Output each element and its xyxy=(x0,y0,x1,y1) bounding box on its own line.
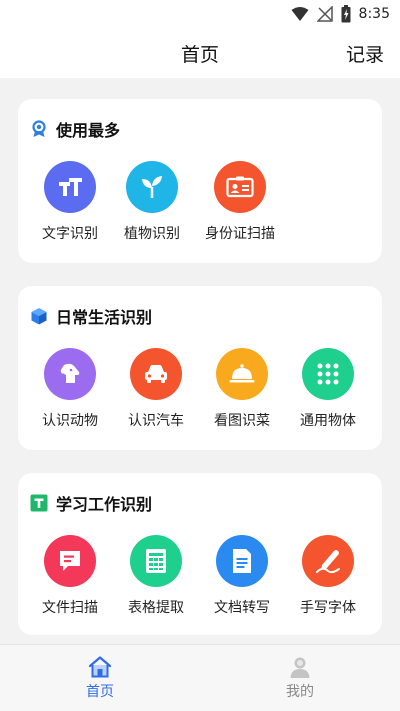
item-label: 文件扫描 xyxy=(42,600,98,616)
page-title: 首页 xyxy=(180,44,219,66)
text-recognize-icon xyxy=(44,161,96,213)
user-profile-icon xyxy=(290,657,310,678)
grid-dots-icon xyxy=(302,348,354,400)
feature-document-transcribe[interactable]: 文档转写 xyxy=(198,535,286,625)
id-card-icon xyxy=(214,161,266,213)
bottom-nav: 首页 我的 xyxy=(0,644,400,711)
file-scan-icon xyxy=(44,535,96,587)
feature-id-card-scan[interactable]: 身份证扫描 xyxy=(196,161,284,251)
section-title: 日常生活识别 xyxy=(56,308,153,327)
item-label: 认识汽车 xyxy=(128,413,184,429)
top-bar: 首页 记录 xyxy=(0,28,400,78)
food-cloche-icon xyxy=(216,348,268,400)
nav-label-home: 首页 xyxy=(86,684,114,700)
section-most-used: 使用最多 文字识别 植物识别 身份证扫描 xyxy=(18,99,382,263)
document-icon xyxy=(216,535,268,587)
feature-dish-recognition[interactable]: 看图识菜 xyxy=(198,348,286,438)
section-header: 学习工作识别 xyxy=(30,491,152,515)
pen-icon xyxy=(302,535,354,587)
records-button[interactable]: 记录 xyxy=(346,40,384,67)
feature-file-scan[interactable]: 文件扫描 xyxy=(26,535,114,625)
table-icon xyxy=(130,535,182,587)
section-daily-life: 日常生活识别 认识动物 认识汽车 看图识菜 通用物体 xyxy=(18,286,382,450)
award-badge-icon xyxy=(32,120,46,137)
status-time: 8:35 xyxy=(358,6,390,22)
dog-icon xyxy=(44,348,96,400)
car-icon xyxy=(130,348,182,400)
item-label: 表格提取 xyxy=(128,600,184,616)
status-bar: 8:35 xyxy=(0,0,400,28)
section-header: 日常生活识别 xyxy=(30,304,152,328)
item-label: 植物识别 xyxy=(124,226,180,242)
item-label: 看图识菜 xyxy=(214,413,270,429)
no-signal-icon xyxy=(316,6,333,22)
section-title: 使用最多 xyxy=(56,121,121,140)
text-box-icon xyxy=(30,494,48,512)
section-study-work: 学习工作识别 文件扫描 表格提取 文档转写 手写字体 xyxy=(18,473,382,635)
nav-tab-mine[interactable]: 我的 xyxy=(200,645,400,711)
feature-handwriting[interactable]: 手写字体 xyxy=(284,535,372,625)
feature-text-recognition[interactable]: 文字识别 xyxy=(26,161,114,251)
wifi-icon xyxy=(291,7,309,21)
plant-leaf-icon xyxy=(126,161,178,213)
nav-tab-home[interactable]: 首页 xyxy=(0,645,200,711)
feature-general-object[interactable]: 通用物体 xyxy=(284,348,372,438)
feature-table-extract[interactable]: 表格提取 xyxy=(112,535,200,625)
feature-car-recognition[interactable]: 认识汽车 xyxy=(112,348,200,438)
item-label: 通用物体 xyxy=(300,413,356,429)
item-label: 文档转写 xyxy=(214,600,270,616)
item-label: 身份证扫描 xyxy=(205,226,275,242)
nav-label-mine: 我的 xyxy=(286,684,314,700)
feature-plant-recognition[interactable]: 植物识别 xyxy=(108,161,196,251)
item-label: 认识动物 xyxy=(42,413,98,429)
cube-icon xyxy=(31,308,47,325)
feature-animal-recognition[interactable]: 认识动物 xyxy=(26,348,114,438)
section-header: 使用最多 xyxy=(30,117,120,141)
status-icons: 8:35 xyxy=(291,4,390,24)
item-label: 手写字体 xyxy=(300,600,356,616)
battery-charging-icon xyxy=(341,5,351,23)
home-icon xyxy=(88,656,112,678)
section-title: 学习工作识别 xyxy=(56,495,153,514)
